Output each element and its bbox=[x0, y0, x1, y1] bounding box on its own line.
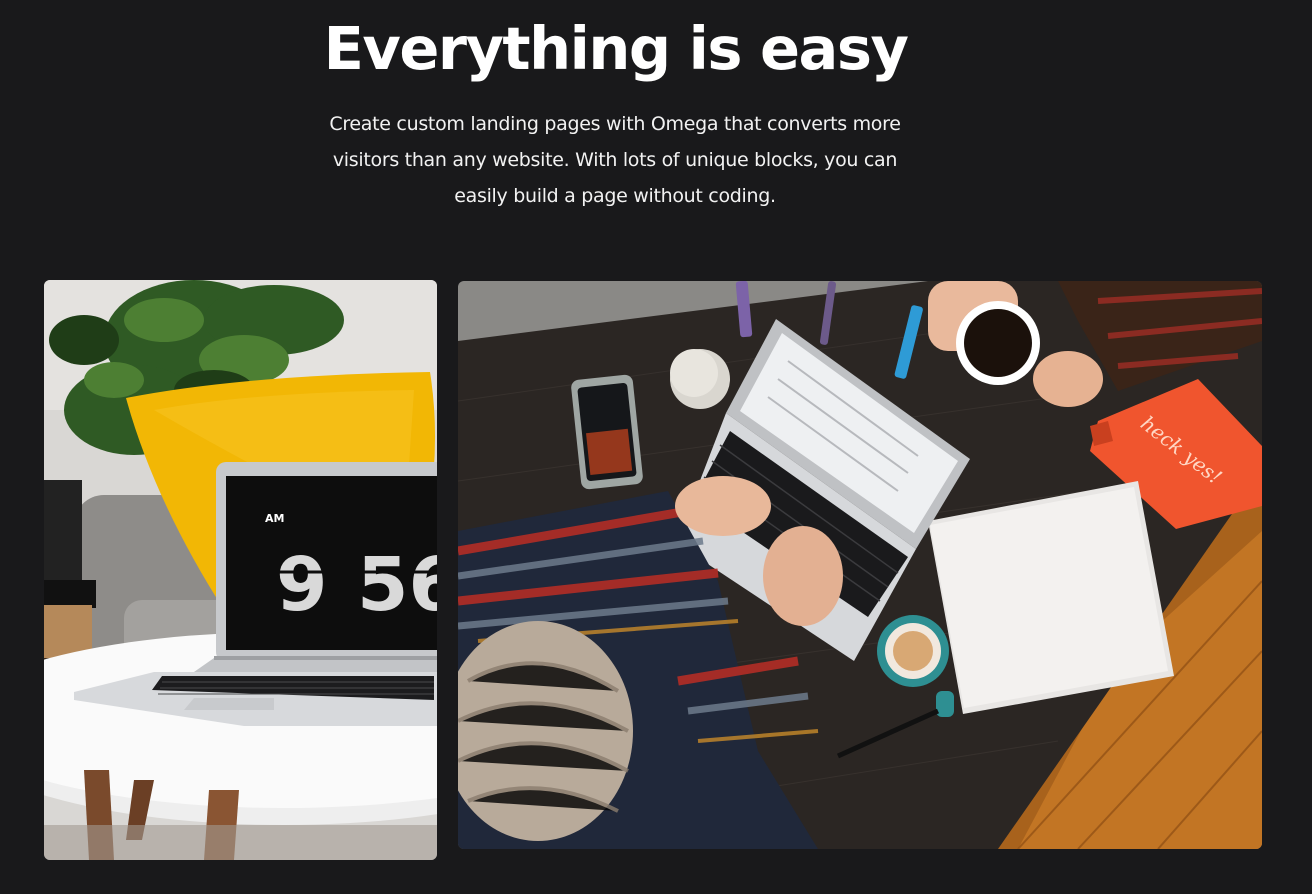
workspace-photo: heck yes! bbox=[458, 281, 1262, 849]
clock-minutes: 56 bbox=[357, 542, 437, 628]
laptop-clock-photo: AM 9 56 bbox=[44, 280, 437, 860]
clock-hour: 9 bbox=[276, 542, 328, 628]
clock-am-label: AM bbox=[265, 512, 284, 525]
section-description: Create custom landing pages with Omega t… bbox=[329, 113, 901, 207]
section-title: Everything is easy bbox=[323, 14, 909, 83]
